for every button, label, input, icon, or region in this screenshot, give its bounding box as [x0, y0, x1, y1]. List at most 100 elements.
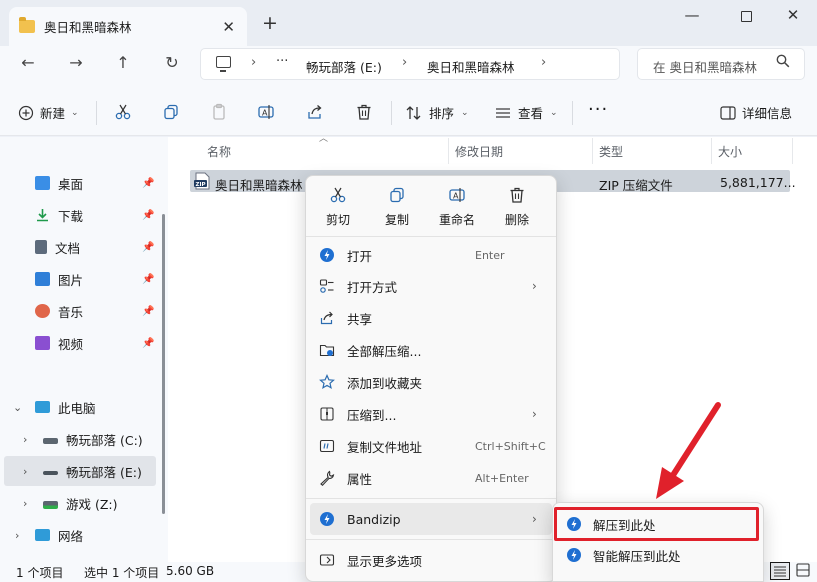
chevron-down-icon[interactable]: ⌄	[13, 401, 22, 414]
pin-icon[interactable]: 📌	[142, 274, 154, 285]
details-pane-icon	[720, 105, 736, 120]
drive-icon	[43, 500, 58, 509]
pin-icon[interactable]: 📌	[142, 306, 154, 317]
sort-button[interactable]: 排序 ⌄	[405, 103, 469, 122]
chevron-right-icon: ›	[532, 279, 537, 293]
extract-all-icon	[319, 344, 335, 357]
sidebar-item-network[interactable]: › 网络	[0, 520, 160, 550]
sidebar-item-videos[interactable]: 视频 📌	[0, 328, 160, 358]
column-divider[interactable]	[592, 138, 593, 164]
breadcrumb-overflow[interactable]: ···	[276, 54, 288, 69]
new-tab-button[interactable]: +	[262, 12, 278, 34]
context-delete-button[interactable]: 删除	[491, 186, 543, 228]
chevron-right-icon[interactable]: ›	[15, 529, 19, 542]
chevron-down-icon: ⌄	[461, 107, 469, 118]
pin-icon[interactable]: 📌	[142, 338, 154, 349]
column-divider[interactable]	[711, 138, 712, 164]
rename-button[interactable]: A	[257, 103, 281, 121]
submenu-item-smart-extract[interactable]: 智能解压到此处	[552, 540, 764, 570]
breadcrumb-drive[interactable]: 畅玩部落 (E:)	[306, 57, 382, 76]
view-button[interactable]: 查看 ⌄	[494, 103, 558, 122]
refresh-button[interactable]: ↻	[157, 53, 187, 72]
submenu-item-label: 智能解压到此处	[593, 548, 681, 564]
context-cut-button[interactable]: 剪切	[312, 186, 364, 228]
file-type: ZIP 压缩文件	[599, 178, 673, 193]
monitor-icon	[35, 401, 50, 413]
sidebar-item-this-pc[interactable]: ⌄ 此电脑	[0, 392, 160, 422]
drive-icon	[43, 471, 58, 475]
breadcrumb-chevron[interactable]: ›	[541, 55, 546, 70]
column-divider[interactable]	[792, 138, 793, 164]
more-options-button[interactable]: ···	[588, 99, 608, 120]
paste-button[interactable]	[210, 103, 234, 121]
pin-icon[interactable]: 📌	[142, 178, 154, 189]
chevron-right-icon[interactable]: ›	[23, 465, 27, 478]
breadcrumb-chevron[interactable]: ›	[402, 55, 407, 70]
pin-icon[interactable]: 📌	[142, 242, 154, 253]
toolbar-divider	[96, 101, 97, 125]
minimize-button[interactable]: —	[672, 6, 712, 24]
search-icon[interactable]	[776, 54, 790, 68]
chevron-right-icon[interactable]: ›	[23, 497, 27, 510]
pin-icon[interactable]: 📌	[142, 210, 154, 221]
svg-text:ZIP: ZIP	[196, 182, 206, 188]
sidebar-scrollbar[interactable]	[162, 214, 165, 514]
column-header-name[interactable]: 名称	[207, 143, 231, 160]
sidebar-item-documents[interactable]: 文档 📌	[0, 232, 160, 262]
selected-count: 选中 1 个项目	[84, 566, 160, 580]
view-label: 查看	[518, 106, 544, 121]
tab-close-icon[interactable]: ✕	[222, 18, 235, 36]
large-icons-view-icon[interactable]	[796, 563, 810, 577]
bandizip-icon	[320, 248, 334, 262]
menu-item-label: 添加到收藏夹	[347, 375, 423, 391]
menu-item-open-with[interactable]: 打开方式 ›	[306, 270, 556, 302]
chevron-right-icon[interactable]: ›	[23, 433, 27, 446]
menu-item-copy-path[interactable]: 复制文件地址 Ctrl+Shift+C	[306, 430, 556, 462]
chevron-right-icon: ›	[532, 407, 537, 421]
details-pane-button[interactable]: 详细信息	[720, 103, 792, 122]
delete-button[interactable]	[355, 103, 379, 121]
column-header-type[interactable]: 类型	[599, 143, 623, 160]
sidebar-item-downloads[interactable]: 下载 📌	[0, 200, 160, 230]
sidebar-item-drive-e[interactable]: › 畅玩部落 (E:)	[4, 456, 156, 486]
chevron-down-icon: ⌄	[550, 107, 558, 118]
forward-button[interactable]: →	[61, 53, 91, 72]
sidebar-item-drive-c[interactable]: › 畅玩部落 (C:)	[0, 424, 160, 454]
sidebar-item-label: 文档	[55, 240, 81, 256]
maximize-button[interactable]	[726, 6, 766, 26]
breadcrumb-chevron[interactable]: ›	[251, 55, 256, 70]
cut-button[interactable]	[114, 103, 138, 121]
details-label: 详细信息	[742, 106, 793, 121]
address-bar[interactable]	[200, 48, 620, 80]
tab-current-folder[interactable]: 奥日和黑暗森林 ✕	[9, 7, 247, 46]
context-rename-button[interactable]: A 重命名	[431, 186, 483, 228]
menu-item-extract-all[interactable]: 全部解压缩...	[306, 334, 556, 366]
menu-item-properties[interactable]: 属性 Alt+Enter	[306, 462, 556, 494]
menu-item-open[interactable]: 打开 Enter	[306, 239, 556, 271]
menu-item-label: 显示更多选项	[347, 553, 423, 569]
menu-item-add-favorites[interactable]: 添加到收藏夹	[306, 366, 556, 398]
menu-item-share[interactable]: 共享	[306, 302, 556, 334]
rename-icon: A	[258, 105, 274, 119]
up-button[interactable]: ↑	[108, 53, 138, 72]
menu-item-bandizip[interactable]: Bandizip ›	[310, 503, 552, 535]
share-button[interactable]	[306, 103, 330, 121]
copy-button[interactable]	[162, 103, 186, 121]
video-icon	[35, 336, 50, 350]
sidebar-item-drive-z[interactable]: › 游戏 (Z:)	[0, 488, 160, 518]
context-copy-button[interactable]: 复制	[371, 186, 423, 228]
sidebar-item-pictures[interactable]: 图片 📌	[0, 264, 160, 294]
menu-item-compress-to[interactable]: 压缩到... ›	[306, 398, 556, 430]
sidebar-item-desktop[interactable]: 桌面 📌	[0, 168, 160, 198]
close-window-button[interactable]: ✕	[773, 6, 813, 24]
details-view-button[interactable]	[770, 562, 790, 580]
new-button[interactable]: 新建 ⌄	[18, 103, 79, 122]
breadcrumb-folder[interactable]: 奥日和黑暗森林	[427, 57, 515, 76]
sidebar-item-music[interactable]: 音乐 📌	[0, 296, 160, 326]
column-header-size[interactable]: 大小	[718, 143, 742, 160]
back-button[interactable]: ←	[13, 53, 43, 72]
column-header-modified[interactable]: 修改日期	[455, 143, 503, 160]
column-divider[interactable]	[448, 138, 449, 164]
menu-item-show-more[interactable]: 显示更多选项	[306, 544, 556, 576]
clipboard-icon	[213, 103, 225, 120]
